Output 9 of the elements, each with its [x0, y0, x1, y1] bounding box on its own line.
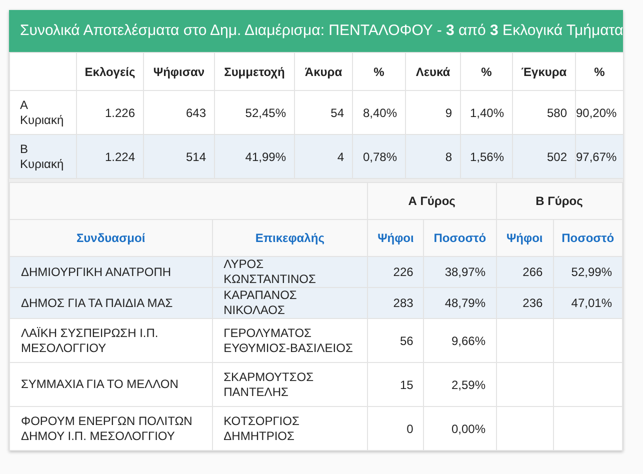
- column-header: Β Γύρος: [496, 182, 622, 220]
- table-cell: ΚΟΤΣΟΡΓΙΟΣ ΔΗΜΗΤΡΙΟΣ: [212, 406, 368, 450]
- table-cell: 0,00%: [424, 406, 496, 450]
- table-cell: [553, 406, 622, 450]
- panel-title: Συνολικά Αποτελέσματα στο Δημ. Διαμέρισμα: ΠΕΝΤΑΛΟΦΟΥ - 3 από 3 Εκλογικά Τμήματα: [20, 20, 624, 41]
- column-header: Α Γύρος: [368, 182, 496, 220]
- table-cell: [496, 406, 554, 450]
- table-cell: 0: [368, 406, 424, 450]
- table-cell: ΦΟΡΟΥΜ ΕΝΕΡΓΩΝ ΠΟΛΙΤΩΝ ΔΗΜΟΥ Ι.Π. ΜΕΣΟΛΟΓΓΙΟΥ: [10, 406, 212, 450]
